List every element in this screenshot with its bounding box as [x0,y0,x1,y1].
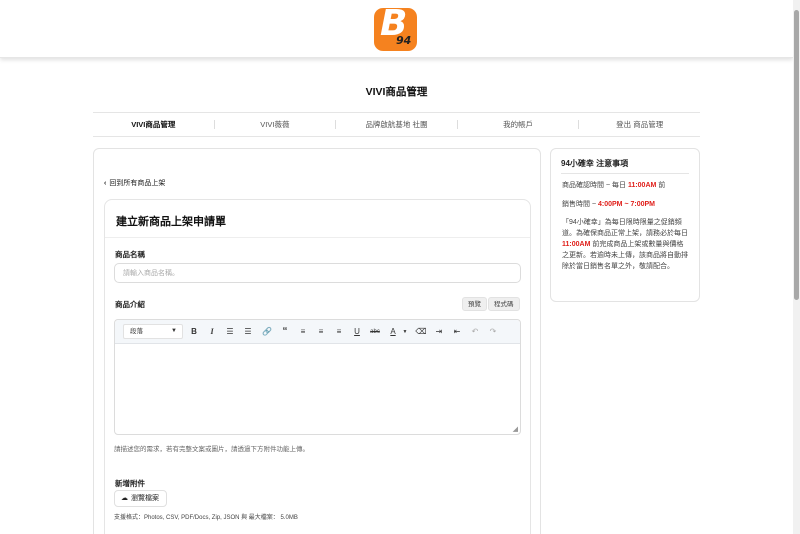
main-card: ‹回到所有商品上架 建立新商品上架申請單 商品名稱 商品介紹 預覽 程式碼 段落… [93,148,541,534]
nav-item-my-account[interactable]: 我的帳戶 [458,120,580,129]
logo-number: 94 [396,34,412,47]
nav-item-product-management[interactable]: VIVI商品管理 [93,120,215,129]
page-title: VIVI商品管理 [365,86,428,98]
blockquote-icon[interactable]: “ [278,325,292,339]
product-intro-label: 商品介紹 [115,300,145,309]
main-nav: VIVI商品管理 VIVI薇薇 品牌啟航基地 社團 我的帳戶 登出 商品管理 [93,112,700,137]
back-link-label: 回到所有商品上架 [109,180,166,187]
browse-files-label: 瀏覽檔案 [131,495,159,502]
notice-deadline: 11:00AM [562,241,591,248]
format-select[interactable]: 段落 ▼ [123,324,183,339]
caret-down-icon: ▼ [171,328,177,334]
editor-hint: 請描述您的需求，若有完整文案或圖片，請透過下方附件功能上傳。 [114,446,309,453]
nav-item-vivi[interactable]: VIVI薇薇 [215,120,337,129]
bullet-list-icon[interactable]: ☰ [223,325,237,339]
confirm-prefix: 商品確認時間 ~ 每日 [562,182,628,189]
outdent-icon[interactable]: ⇤ [450,325,464,339]
align-left-icon[interactable]: ≡ [296,325,310,339]
align-right-icon[interactable]: ≡ [332,325,346,339]
format-select-value: 段落 [130,328,143,335]
nav-item-brand-community[interactable]: 品牌啟航基地 社團 [336,120,458,129]
underline-icon[interactable]: U [350,325,364,339]
eraser-icon[interactable]: ⌫ [414,325,428,339]
link-icon[interactable]: 🔗 [260,325,274,339]
scrollbar-thumb[interactable] [794,10,799,300]
cloud-upload-icon: ☁ [121,495,128,502]
brand-logo[interactable]: B 94 [374,8,417,51]
rich-text-editor[interactable]: 段落 ▼ B I ☰ ☰ 🔗 “ ≡ ≡ ≡ U abc A ▼ ⌫ ⇥ ⇤ ↶ [114,319,521,435]
bold-icon[interactable]: B [187,325,201,339]
product-name-label: 商品名稱 [115,250,145,259]
notice-part-1: 「94小確幸」為每日限時限量之促銷頻道。為確保商品正常上架，請務必於每日 [562,219,688,237]
confirm-suffix: 前 [656,182,666,189]
notice-text: 「94小確幸」為每日限時限量之促銷頻道。為確保商品正常上架，請務必於每日 11:… [562,217,690,272]
browse-files-button[interactable]: ☁ 瀏覽檔案 [114,490,167,507]
form-title: 建立新商品上架申請單 [116,216,226,228]
chevron-left-icon: ‹ [104,180,107,187]
indent-icon[interactable]: ⇥ [432,325,446,339]
notice-card: 94小確幸 注意事項 商品確認時間 ~ 每日 11:00AM 前 銷售時間 ~ … [550,148,700,302]
confirm-time-line: 商品確認時間 ~ 每日 11:00AM 前 [562,180,665,190]
code-button[interactable]: 程式碼 [488,297,520,311]
nav-item-logout[interactable]: 登出 商品管理 [579,120,700,129]
editor-toolbar: 段落 ▼ B I ☰ ☰ 🔗 “ ≡ ≡ ≡ U abc A ▼ ⌫ ⇥ ⇤ ↶ [115,320,520,344]
notice-title: 94小確幸 注意事項 [561,159,629,168]
attachments-label: 新增附件 [115,479,145,488]
numbered-list-icon[interactable]: ☰ [241,325,255,339]
divider [561,173,689,174]
italic-icon[interactable]: I [205,325,219,339]
top-header: B 94 [0,0,793,58]
undo-icon[interactable]: ↶ [468,325,482,339]
align-center-icon[interactable]: ≡ [314,325,328,339]
font-color-caret-icon[interactable]: ▼ [398,325,412,339]
preview-button[interactable]: 預覽 [462,297,487,311]
product-name-input[interactable] [114,263,521,283]
page-scrollbar[interactable] [793,0,800,534]
supported-formats-text: 支援格式：Photos, CSV, PDF/Docs, Zip, JSON 與 … [114,515,298,521]
resize-handle-icon[interactable]: ◢ [513,425,518,433]
sales-time-line: 銷售時間 ~ 4:00PM ~ 7:00PM [562,199,655,209]
sales-prefix: 銷售時間 ~ [562,201,598,208]
divider [105,237,530,238]
back-link[interactable]: ‹ 回到所有商品上架 [104,178,165,188]
sales-time: 4:00PM ~ 7:00PM [597,201,655,208]
confirm-time: 11:00AM [627,182,657,189]
redo-icon[interactable]: ↷ [486,325,500,339]
form-card: 建立新商品上架申請單 商品名稱 商品介紹 預覽 程式碼 段落 ▼ B I ☰ ☰… [104,199,531,534]
strikethrough-icon[interactable]: abc [368,325,382,339]
